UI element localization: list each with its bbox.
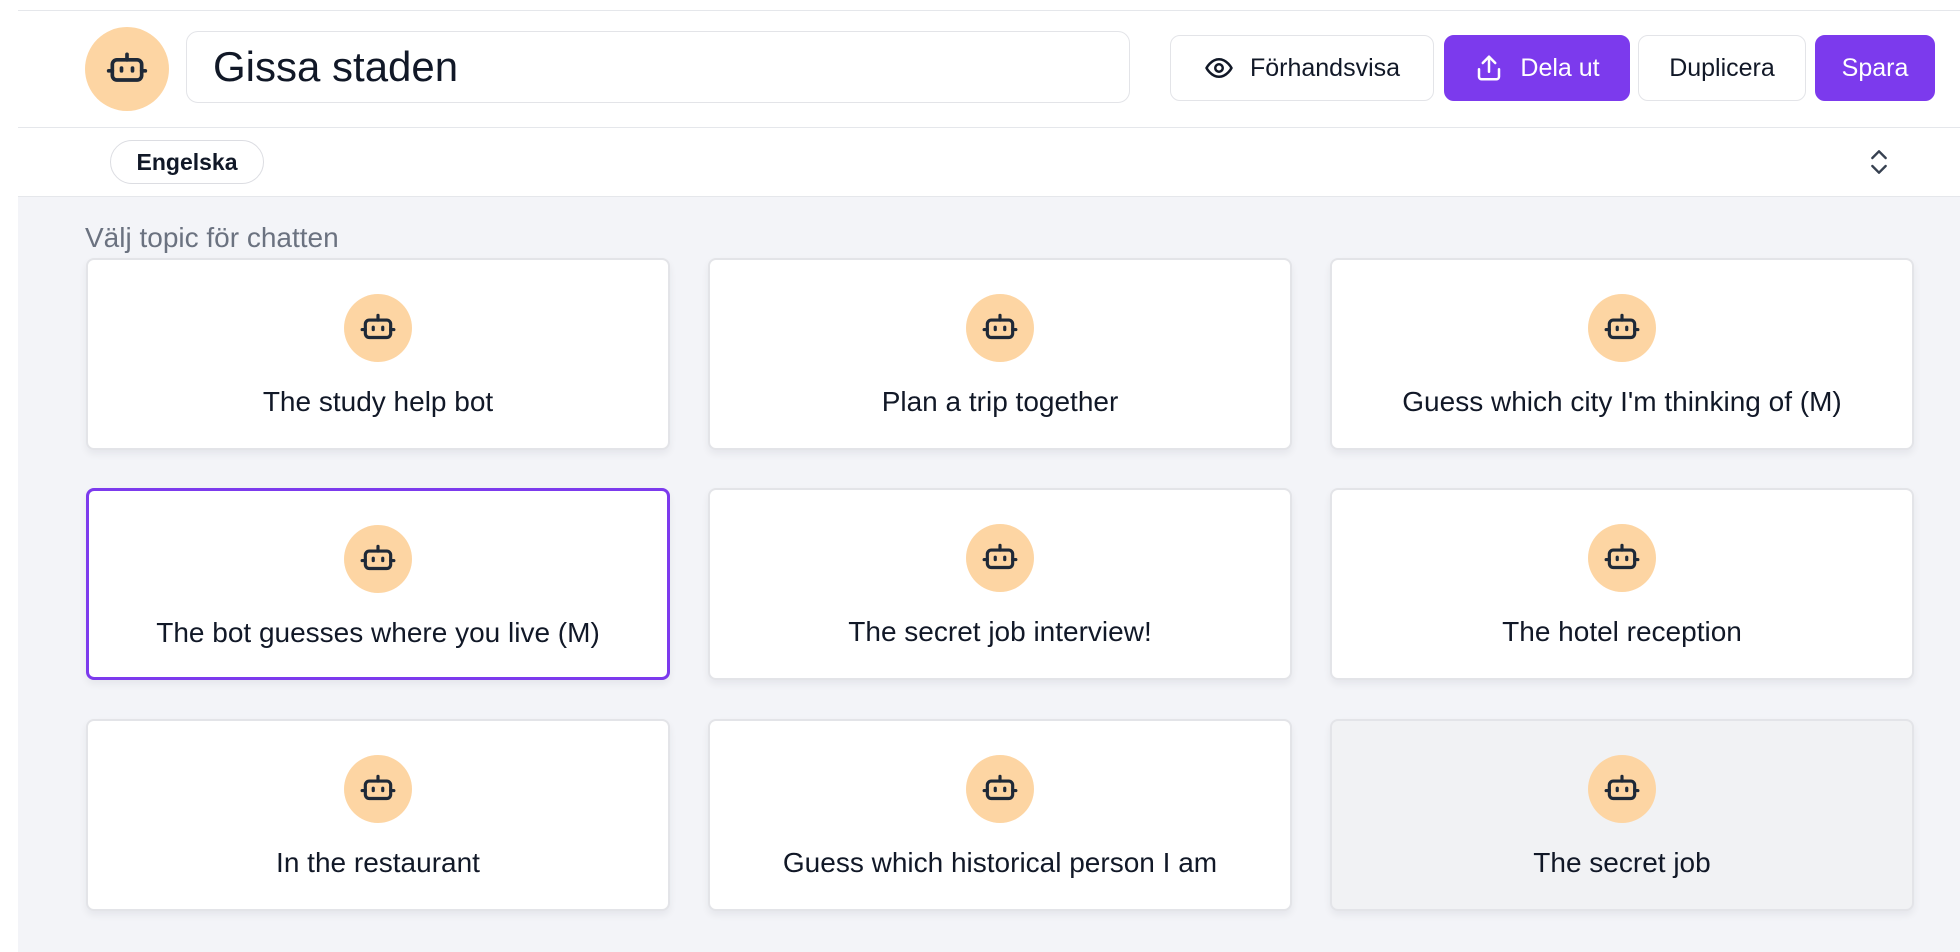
top-strip: [18, 0, 1960, 11]
eye-icon: [1204, 53, 1234, 83]
robot-icon: [966, 524, 1034, 592]
topic-card-label: Guess which city I'm thinking of (M): [1402, 386, 1842, 417]
topic-card-label: The hotel reception: [1502, 616, 1742, 647]
save-button[interactable]: Spara: [1815, 35, 1935, 101]
topic-card[interactable]: The secret job interview!: [708, 488, 1292, 680]
topic-card[interactable]: Guess which historical person I am: [708, 719, 1292, 911]
chevron-up-down-icon[interactable]: [1863, 146, 1895, 178]
chat-title-input[interactable]: [186, 31, 1130, 103]
duplicate-button-label: Duplicera: [1669, 53, 1775, 82]
topic-card[interactable]: Plan a trip together: [708, 258, 1292, 450]
topic-card[interactable]: The hotel reception: [1330, 488, 1914, 680]
upload-icon: [1474, 53, 1504, 83]
duplicate-button[interactable]: Duplicera: [1638, 35, 1806, 101]
preview-button[interactable]: Förhandsvisa: [1170, 35, 1434, 101]
save-button-label: Spara: [1841, 53, 1909, 82]
preview-button-label: Förhandsvisa: [1249, 53, 1401, 82]
robot-icon: [966, 755, 1034, 823]
share-button[interactable]: Dela ut: [1444, 35, 1630, 101]
robot-icon: [1588, 755, 1656, 823]
topic-card[interactable]: In the restaurant: [86, 719, 670, 911]
topic-section-label: Välj topic för chatten: [85, 222, 339, 253]
robot-icon: [344, 525, 412, 593]
header-bar: Förhandsvisa Dela ut Duplicera Spara: [18, 11, 1960, 128]
bot-avatar[interactable]: [85, 27, 169, 111]
topic-card-label: The secret job interview!: [848, 616, 1152, 647]
topic-card-label: The study help bot: [262, 386, 494, 417]
app: Förhandsvisa Dela ut Duplicera Spara Eng…: [18, 0, 1960, 952]
robot-icon: [344, 294, 412, 362]
topic-card[interactable]: Guess which city I'm thinking of (M): [1330, 258, 1914, 450]
topic-card-label: The bot guesses where you live (M): [156, 617, 600, 648]
share-button-label: Dela ut: [1520, 53, 1600, 82]
language-bar: Engelska: [18, 128, 1960, 197]
robot-icon: [966, 294, 1034, 362]
topic-card-label: In the restaurant: [276, 847, 480, 878]
topic-card-label: The secret job: [1533, 847, 1711, 878]
language-tag-label: Engelska: [136, 148, 238, 175]
robot-icon: [344, 755, 412, 823]
robot-icon: [106, 52, 148, 82]
topic-card-label: Guess which historical person I am: [782, 847, 1218, 878]
robot-icon: [1588, 294, 1656, 362]
topic-card[interactable]: The study help bot: [86, 258, 670, 450]
topic-card[interactable]: The bot guesses where you live (M): [86, 488, 670, 680]
topic-card[interactable]: The secret job: [1330, 719, 1914, 911]
language-tag[interactable]: Engelska: [110, 140, 264, 184]
topic-card-label: Plan a trip together: [881, 386, 1119, 417]
robot-icon: [1588, 524, 1656, 592]
